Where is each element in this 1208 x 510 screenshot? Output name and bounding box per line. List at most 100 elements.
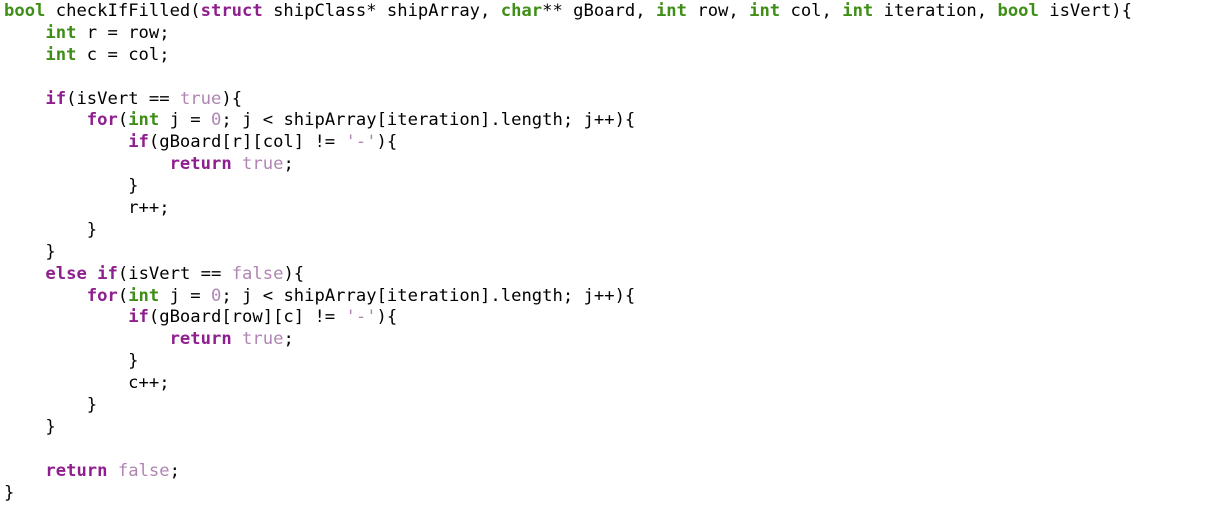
code-type-token: bool	[997, 1, 1039, 21]
code-type-token: int	[45, 22, 77, 43]
code-line[interactable]: return true;	[4, 154, 1208, 176]
code-text-token: (isVert ==	[117, 263, 232, 284]
code-line[interactable]: }	[4, 395, 1208, 417]
code-line[interactable]: }	[4, 176, 1208, 198]
code-line[interactable]: int c = col;	[4, 45, 1208, 67]
code-text-token: }	[4, 176, 139, 197]
code-line[interactable]: c++;	[4, 373, 1208, 395]
code-text-token: }	[4, 482, 15, 503]
code-type-token: int	[128, 110, 160, 131]
code-text-token: isVert){	[1038, 1, 1133, 21]
code-line[interactable]: }	[4, 220, 1208, 242]
code-line[interactable]: }	[4, 242, 1208, 264]
code-line[interactable]: for(int j = 0; j < shipArray[iteration].…	[4, 286, 1208, 308]
code-text-token: }	[4, 241, 56, 262]
code-text-token: checkIfFilled(	[45, 1, 201, 21]
code-line[interactable]: r++;	[4, 198, 1208, 220]
code-line[interactable]	[4, 439, 1208, 461]
code-type-token: bool	[4, 1, 46, 21]
code-line[interactable]: }	[4, 351, 1208, 373]
code-text-token: j =	[159, 110, 211, 131]
code-keyword-token: return	[169, 154, 232, 175]
code-line[interactable]: }	[4, 417, 1208, 439]
code-text-token: ;	[283, 154, 294, 175]
code-text-token: c++;	[4, 373, 170, 394]
code-keyword-token: for	[86, 285, 118, 306]
code-literal-token: '-'	[345, 132, 377, 153]
code-editor[interactable]: bool checkIfFilled(struct shipClass* shi…	[0, 0, 1208, 510]
code-text-token: (	[117, 285, 129, 306]
code-literal-token: true	[242, 154, 284, 175]
code-text-token: }	[4, 219, 98, 240]
code-keyword-token: if	[128, 307, 149, 328]
code-line[interactable]: for(int j = 0; j < shipArray[iteration].…	[4, 110, 1208, 132]
code-text-token: iteration,	[873, 1, 998, 21]
code-text-token: c = col;	[76, 44, 170, 65]
code-line[interactable]: }	[4, 483, 1208, 505]
code-type-token: int	[749, 1, 781, 21]
code-keyword-token: return	[45, 460, 108, 481]
code-keyword-token: for	[86, 110, 118, 131]
code-type-token: int	[128, 285, 160, 306]
code-line[interactable]	[4, 67, 1208, 89]
code-text-token: ){	[283, 263, 305, 284]
code-literal-token: true	[179, 88, 222, 109]
code-text-token: ){	[376, 132, 398, 153]
code-text-token: (isVert ==	[66, 88, 180, 109]
code-keyword-token: else	[45, 263, 87, 284]
code-type-token: int	[655, 1, 687, 21]
code-text-token: }	[4, 416, 56, 437]
code-literal-token: 0	[211, 285, 222, 306]
code-text-token: row,	[687, 1, 750, 21]
code-text-token: r++;	[4, 198, 170, 219]
code-line[interactable]: bool checkIfFilled(struct shipClass* shi…	[4, 1, 1208, 23]
code-text-token: ;	[283, 329, 294, 350]
code-text-token: (	[117, 110, 129, 131]
code-text-token: ){	[376, 307, 398, 328]
code-keyword-token: struct	[200, 1, 263, 21]
code-line[interactable]: else if(isVert == false){	[4, 264, 1208, 286]
code-keyword-token: if	[97, 263, 118, 284]
code-text-token: r = row;	[76, 22, 170, 43]
code-text-token: ; j < shipArray[iteration].length; j++){	[221, 285, 636, 306]
code-line[interactable]: if(gBoard[row][c] != '-'){	[4, 307, 1208, 329]
code-literal-token: '-'	[345, 307, 377, 328]
code-line[interactable]: if(gBoard[r][col] != '-'){	[4, 132, 1208, 154]
code-text-token: ;	[169, 460, 180, 481]
code-text-token: (gBoard[r][col] !=	[148, 132, 346, 153]
code-line[interactable]: if(isVert == true){	[4, 89, 1208, 111]
code-literal-token: 0	[211, 110, 222, 131]
code-text-token: ; j < shipArray[iteration].length; j++){	[221, 110, 636, 131]
code-line[interactable]: int r = row;	[4, 23, 1208, 45]
code-text-token: ){	[221, 88, 243, 109]
code-type-token: int	[45, 44, 77, 65]
code-line[interactable]: return false;	[4, 461, 1208, 483]
code-keyword-token: if	[45, 88, 67, 109]
code-keyword-token: return	[169, 329, 232, 350]
code-text-token: shipClass* shipArray,	[262, 1, 501, 21]
code-keyword-token: if	[128, 132, 149, 153]
code-text-token: j =	[159, 285, 211, 306]
code-text-token: col,	[780, 1, 843, 21]
code-text-token: }	[4, 395, 98, 416]
code-type-token: int	[842, 1, 874, 21]
code-text-token: ** gBoard,	[542, 1, 656, 21]
code-literal-token: false	[231, 263, 284, 284]
code-literal-token: true	[242, 329, 284, 350]
code-line[interactable]: return true;	[4, 329, 1208, 351]
